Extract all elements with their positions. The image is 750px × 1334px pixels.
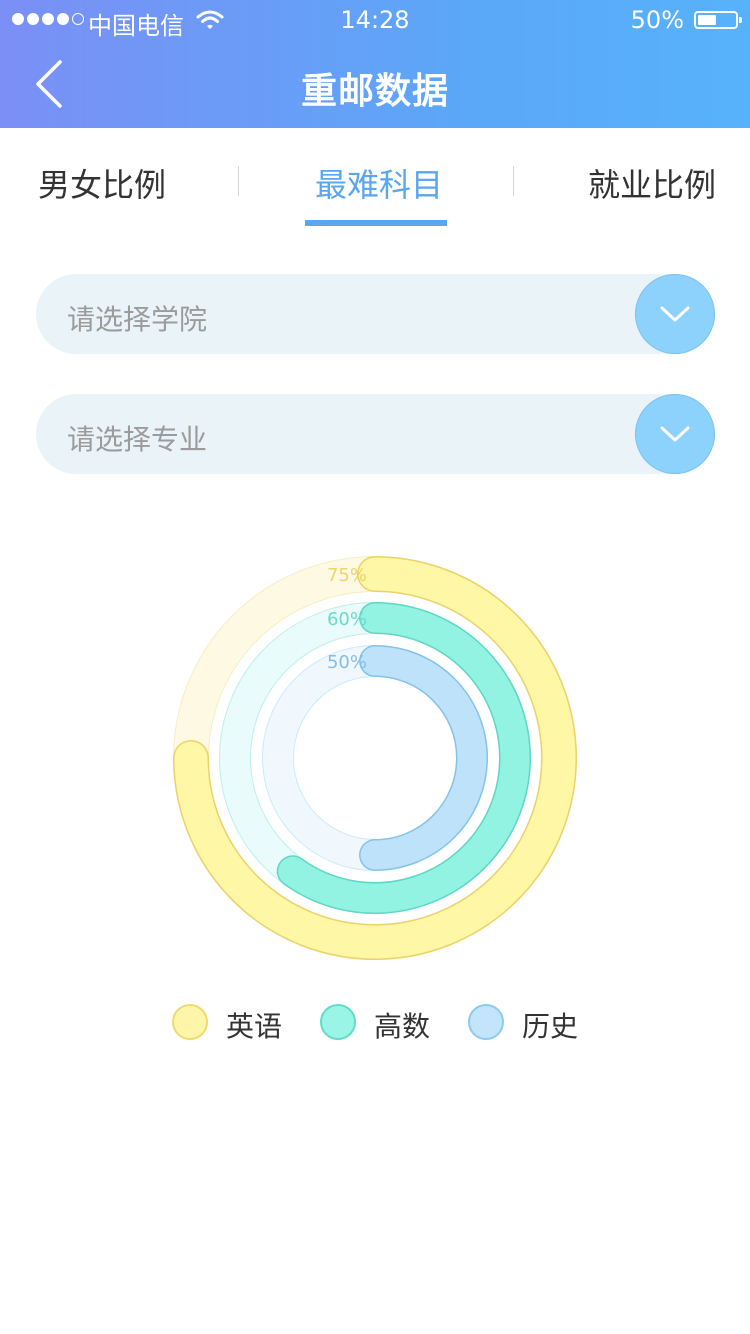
status-bar: 中国电信 14:28 50% (0, 0, 750, 40)
college-select[interactable]: 请选择学院 (36, 274, 715, 354)
college-dropdown-button[interactable] (635, 274, 715, 354)
chevron-down-icon (660, 306, 690, 322)
arc-outline-history (359, 645, 488, 871)
college-select-placeholder: 请选择学院 (67, 303, 208, 336)
legend-label: 历史 (522, 1010, 579, 1043)
legend-label: 高数 (374, 1010, 431, 1043)
chevron-down-icon (660, 426, 690, 442)
ring-track-fill-english (174, 557, 576, 959)
tab-gender-ratio[interactable]: 男女比例 (38, 160, 166, 206)
ring-track-fill-math (220, 603, 530, 913)
tab-employment-ratio[interactable]: 就业比例 (588, 160, 716, 206)
tab-divider (513, 166, 514, 196)
value-label-english: 75% (327, 565, 367, 586)
tab-hardest-subject[interactable]: 最难科目 (315, 160, 443, 206)
value-label-history: 50% (327, 652, 367, 673)
ring-track-fill-history (263, 646, 487, 870)
ring-track-english (173, 556, 577, 960)
major-select[interactable]: 请选择专业 (36, 394, 715, 474)
app-header: 中国电信 14:28 50% 重邮数据 (0, 0, 750, 128)
page-title: 重邮数据 (300, 71, 449, 112)
legend-label: 英语 (226, 1010, 283, 1043)
arc-history (360, 646, 487, 870)
legend-swatch-history (468, 1004, 504, 1040)
arc-english (174, 557, 576, 959)
legend-swatch-english (172, 1004, 208, 1040)
battery-percentage: 50% (630, 6, 684, 34)
ring-track-history (262, 645, 488, 871)
legend-swatch-math (320, 1004, 356, 1040)
arc-outline-math (276, 602, 531, 914)
battery-icon (694, 11, 742, 29)
tab-divider (238, 166, 239, 196)
major-select-placeholder: 请选择专业 (67, 423, 208, 456)
arc-outline-english (173, 556, 577, 960)
active-tab-indicator (305, 220, 447, 226)
arc-math (278, 603, 530, 913)
ring-track-math (219, 602, 531, 914)
value-label-math: 60% (327, 609, 367, 630)
major-dropdown-button[interactable] (635, 394, 715, 474)
